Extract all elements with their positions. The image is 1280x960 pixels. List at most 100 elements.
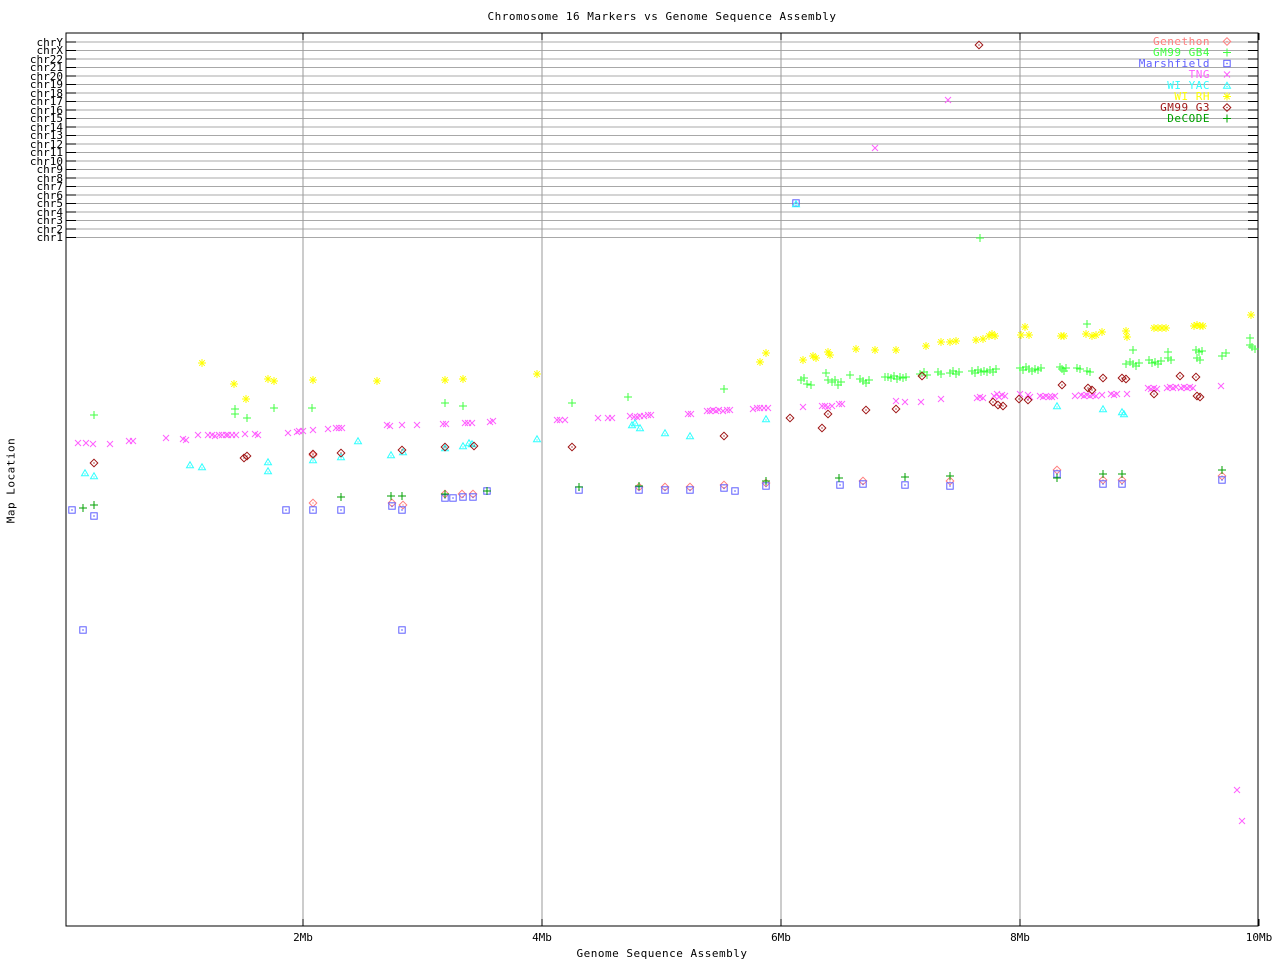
marker-wi-rh [936,337,946,347]
marker-gm99-g3 [397,445,407,455]
series-gm99-gb4 [89,233,1260,423]
marker-tng [82,439,90,447]
marker-tng [764,404,772,412]
marker-wi-rh [1161,323,1171,333]
marker-tng [335,424,343,432]
marker-tng [162,434,170,442]
marker-tng [553,416,561,424]
marker-tng [461,419,469,427]
marker-marshfield [90,512,98,520]
marker-tng [703,407,711,415]
marker-tng [990,392,998,400]
marker-gm99-gb4 [845,370,855,380]
marker-gm99-g3 [891,404,901,414]
marker-gm99-g3 [567,442,577,452]
marker-tng [719,407,727,415]
marker-tng [937,395,945,403]
x-tick-label-8mb: 8Mb [1010,931,1030,944]
marker-gm99-gb4 [823,375,833,385]
marker-wi-rh [440,375,450,385]
marker-tng [106,440,114,448]
marker-wi-yac [661,429,669,437]
marker-tng [818,402,826,410]
marker-tng [241,430,249,438]
marker-tng [626,412,634,420]
marker-marshfield [449,494,457,502]
marker-gm99-gb4 [1128,345,1138,355]
marker-wi-rh [1016,330,1026,340]
marker-wi-rh [1121,326,1131,336]
marker-decode [1117,469,1127,479]
marker-wi-rh [990,331,1000,341]
marker-gm99-g3 [823,409,833,419]
marker-marshfield [946,482,954,490]
marker-tng [901,398,909,406]
marker-gm99-g3 [861,405,871,415]
marker-wi-rh [921,341,931,351]
marker-tng [944,96,952,104]
marker-gm99-gb4 [440,398,450,408]
marker-gm99-gb4 [307,403,317,413]
marker-tng [630,413,638,421]
marker-tng [753,404,761,412]
marker-tng [215,431,223,439]
marker-tng [468,419,476,427]
marker-gm99-gb4 [230,409,240,419]
marker-wi-rh [263,374,273,384]
marker-tng [324,425,332,433]
legend-marker-icon [1222,92,1232,101]
marker-gm99-gb4 [458,401,468,411]
marker-gm99-g3 [1191,372,1201,382]
series-tng [74,96,1246,825]
marker-gm99-gb4 [1245,340,1255,350]
marker-tng [442,420,450,428]
marker-wi-rh [891,345,901,355]
marker-tng [684,410,692,418]
x-tick-label-2mb: 2Mb [293,931,313,944]
legend-marker-icon [1222,48,1232,57]
marker-gm99-gb4 [821,368,831,378]
legend-label: DeCODE [1167,112,1210,125]
marker-tng [1098,391,1106,399]
plot-area [65,32,1260,927]
marker-marshfield [469,493,477,501]
marker-wi-rh [532,369,542,379]
marker-gm99-g3 [1057,380,1067,390]
marker-decode [945,471,955,481]
marker-wi-yac [762,415,770,423]
marker-tng [1233,786,1241,794]
marker-marshfield [337,506,345,514]
marker-gm99-g3 [336,448,346,458]
marker-wi-rh [870,345,880,355]
legend-marker-icon [1222,103,1232,112]
marker-marshfield [661,486,669,494]
marker-wi-rh [308,375,318,385]
marker-gm99-gb4 [806,380,816,390]
marker-gm99-gb4 [567,398,577,408]
legend-marker-icon [1222,37,1232,46]
marker-decode [89,500,99,510]
marker-wi-rh [372,376,382,386]
marker-tng [892,397,900,405]
marker-gm99-gb4 [242,413,252,423]
marker-marshfield [731,487,739,495]
marker-tng [338,424,346,432]
marker-tng [309,426,317,434]
marker-gm99-g3 [1098,373,1108,383]
marker-tng [1217,382,1225,390]
marker-gm99-g3 [988,397,998,407]
marker-decode [336,492,346,502]
marker-gm99-gb4 [623,392,633,402]
marker-tng [74,439,82,447]
marker-wi-rh [458,374,468,384]
marker-wi-rh [951,336,961,346]
marker-tng [439,420,447,428]
marker-wi-rh [241,394,251,404]
marker-gm99-gb4 [1057,364,1067,374]
marker-tng [995,393,1003,401]
legend-marker-icon [1223,71,1231,78]
marker-wi-rh [229,379,239,389]
marker-wi-rh [1020,322,1030,332]
marker-wi-rh [1081,329,1091,339]
marker-marshfield [79,626,87,634]
